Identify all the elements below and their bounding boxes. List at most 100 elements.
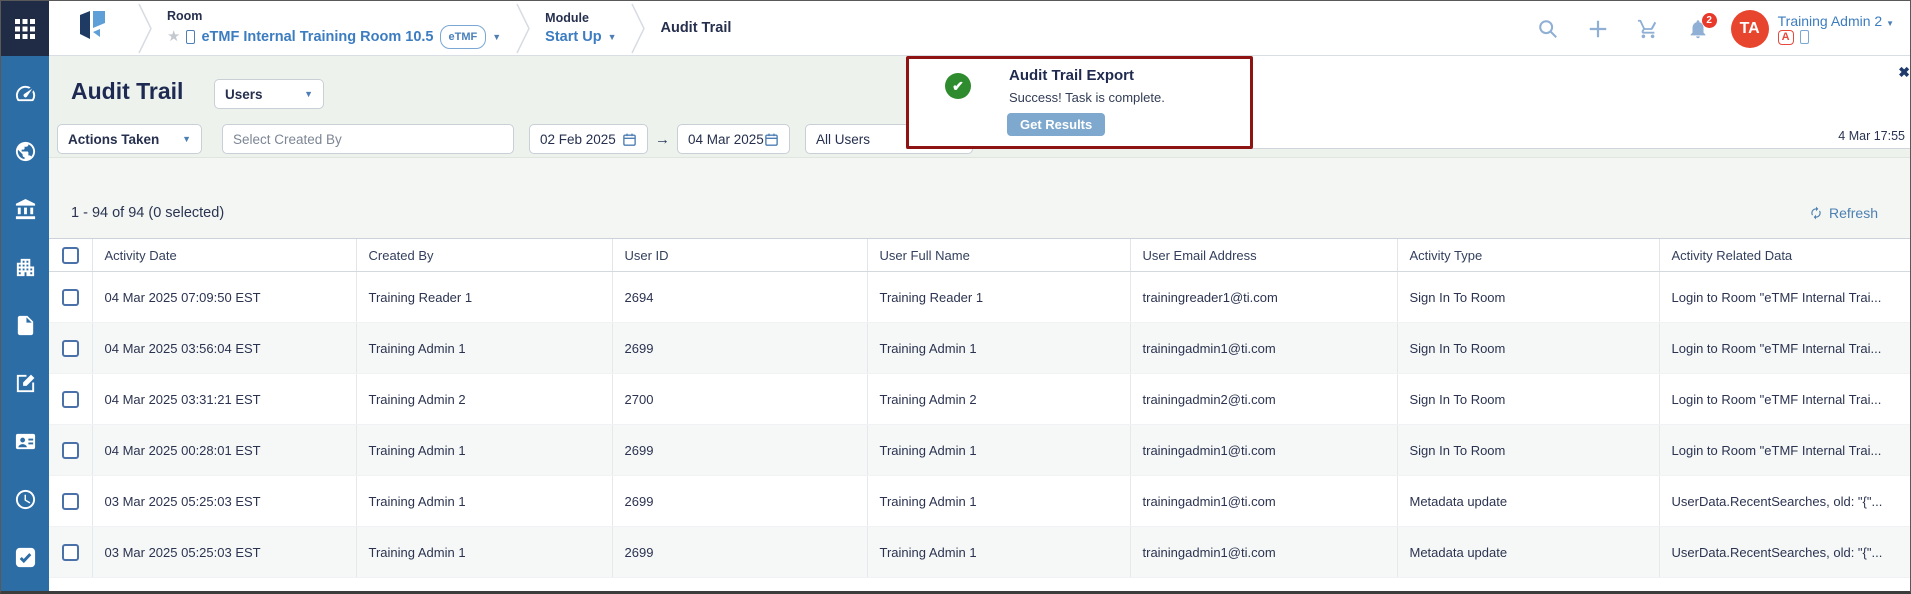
notification-title: Audit Trail Export xyxy=(1009,67,1134,84)
column-header[interactable]: Activity Type xyxy=(1397,239,1659,272)
table-cell: Sign In To Room xyxy=(1397,323,1659,374)
page-title: Audit Trail xyxy=(71,78,183,105)
edit-icon[interactable] xyxy=(14,372,37,395)
table-cell: Login to Room "eTMF Internal Trai... xyxy=(1659,374,1910,425)
breadcrumb-room: Room ★ eTMF Internal Training Room 10.5 … xyxy=(153,1,515,55)
row-checkbox[interactable] xyxy=(62,391,79,408)
row-checkbox[interactable] xyxy=(62,442,79,459)
table-cell: Training Admin 1 xyxy=(867,527,1130,578)
date-to-value: 04 Mar 2025 xyxy=(688,132,764,147)
actions-taken-dropdown[interactable]: Actions Taken ▼ xyxy=(57,124,202,154)
room-name-link[interactable]: eTMF Internal Training Room 10.5 xyxy=(201,27,433,47)
column-header[interactable]: User ID xyxy=(612,239,867,272)
refresh-button[interactable]: Refresh xyxy=(1809,205,1878,221)
select-all-checkbox[interactable] xyxy=(62,247,79,264)
table-cell: Training Admin 1 xyxy=(867,323,1130,374)
favorite-star-icon[interactable]: ★ xyxy=(167,27,180,47)
column-header[interactable]: User Full Name xyxy=(867,239,1130,272)
id-card-icon[interactable] xyxy=(14,430,37,453)
chevron-down-icon[interactable]: ▼ xyxy=(492,27,501,47)
refresh-label: Refresh xyxy=(1829,205,1878,221)
clock-icon[interactable] xyxy=(14,488,37,511)
notifications-bell-icon[interactable]: 2 xyxy=(1687,18,1709,40)
task-check-icon[interactable] xyxy=(14,546,37,569)
cart-icon[interactable] xyxy=(1637,18,1659,40)
refresh-icon xyxy=(1809,206,1823,220)
created-by-input[interactable] xyxy=(233,132,503,147)
sidebar-nav xyxy=(1,56,49,591)
table-cell: 04 Mar 2025 07:09:50 EST xyxy=(92,272,356,323)
audit-type-dropdown[interactable]: Users ▼ xyxy=(214,79,324,109)
grid-icon xyxy=(15,19,35,39)
search-icon[interactable] xyxy=(1537,18,1559,40)
table-cell: Sign In To Room xyxy=(1397,425,1659,476)
add-icon[interactable] xyxy=(1587,18,1609,40)
table-cell: trainingreader1@ti.com xyxy=(1130,272,1397,323)
table-cell: Training Admin 1 xyxy=(356,425,612,476)
close-icon[interactable]: ✖ xyxy=(1898,64,1910,81)
date-from-value: 02 Feb 2025 xyxy=(540,132,616,147)
admin-role-badge: A xyxy=(1778,30,1794,45)
module-name-link[interactable]: Start Up xyxy=(545,27,601,47)
list-toolbar: 1 - 94 of 94 (0 selected) Refresh xyxy=(49,158,1910,238)
app-launcher-button[interactable] xyxy=(1,1,49,56)
chevron-down-icon: ▼ xyxy=(182,134,191,144)
table-cell: Training Admin 1 xyxy=(356,323,612,374)
table-cell: Training Admin 1 xyxy=(356,476,612,527)
get-results-button[interactable]: Get Results xyxy=(1007,113,1105,136)
table-row: 04 Mar 2025 03:31:21 ESTTraining Admin 2… xyxy=(49,374,1910,425)
table-cell: Training Admin 2 xyxy=(867,374,1130,425)
globe-icon[interactable] xyxy=(14,140,37,163)
success-check-icon: ✔ xyxy=(945,73,971,99)
breadcrumb-separator xyxy=(630,1,646,56)
table-cell: 04 Mar 2025 03:56:04 EST xyxy=(92,323,356,374)
table-row: 03 Mar 2025 05:25:03 EST Training Admin 1… xyxy=(49,527,1910,578)
calendar-icon xyxy=(764,132,779,147)
result-range-text: 1 - 94 of 94 (0 selected) xyxy=(71,205,224,221)
breadcrumb-room-label: Room xyxy=(167,8,501,25)
table-row: 04 Mar 2025 07:09:50 ESTTraining Reader … xyxy=(49,272,1910,323)
table-cell: Metadata update xyxy=(1397,527,1659,578)
user-menu: Training Admin 2 ▼ A xyxy=(1778,13,1894,45)
column-header[interactable]: Activity Date xyxy=(92,239,356,272)
table-cell: UserData.RecentSearches, old: "{"... xyxy=(1659,476,1910,527)
table-cell: 03 Mar 2025 05:25:03 EST xyxy=(92,527,356,578)
table-row: 04 Mar 2025 03:56:04 ESTTraining Admin 1… xyxy=(49,323,1910,374)
table-cell: Login to Room "eTMF Internal Trai... xyxy=(1659,272,1910,323)
column-header[interactable]: User Email Address xyxy=(1130,239,1397,272)
row-checkbox[interactable] xyxy=(62,544,79,561)
table-cell: 2699 xyxy=(612,425,867,476)
date-to-field[interactable]: 04 Mar 2025 xyxy=(677,124,790,154)
table-cell: 2699 xyxy=(612,527,867,578)
created-by-field xyxy=(222,124,514,154)
actions-taken-value: Actions Taken xyxy=(68,132,159,147)
table-cell: trainingadmin1@ti.com xyxy=(1130,425,1397,476)
notification-timestamp: 4 Mar 17:55 xyxy=(1838,129,1905,143)
user-name-dropdown[interactable]: Training Admin 2 ▼ xyxy=(1778,13,1894,29)
table-header-row: Activity DateCreated ByUser IDUser Full … xyxy=(49,239,1910,272)
facility-building-icon[interactable] xyxy=(14,256,37,279)
table-cell: Training Admin 2 xyxy=(356,374,612,425)
breadcrumb-module: Module Start Up ▼ xyxy=(531,1,630,55)
row-checkbox[interactable] xyxy=(62,493,79,510)
audit-table: Activity DateCreated ByUser IDUser Full … xyxy=(49,238,1910,578)
chevron-down-icon: ▼ xyxy=(304,89,313,99)
row-checkbox[interactable] xyxy=(62,289,79,306)
audit-export-notification: ✔ Audit Trail Export Success! Task is co… xyxy=(906,56,1253,149)
date-from-field[interactable]: 02 Feb 2025 xyxy=(529,124,648,154)
brand-logo[interactable] xyxy=(49,1,137,55)
row-checkbox[interactable] xyxy=(62,340,79,357)
table-cell: UserData.RecentSearches, old: "{"... xyxy=(1659,527,1910,578)
breadcrumb-module-label: Module xyxy=(545,10,616,27)
document-icon[interactable] xyxy=(14,314,37,337)
table-row: 04 Mar 2025 00:28:01 ESTTraining Admin 1… xyxy=(49,425,1910,476)
breadcrumb-current-page: Audit Trail xyxy=(646,1,745,55)
bank-icon[interactable] xyxy=(14,198,37,221)
mobile-device-icon xyxy=(1800,30,1809,44)
column-header[interactable]: Activity Related Data xyxy=(1659,239,1910,272)
table-cell: trainingadmin2@ti.com xyxy=(1130,374,1397,425)
chevron-down-icon[interactable]: ▼ xyxy=(608,27,617,47)
column-header[interactable]: Created By xyxy=(356,239,612,272)
user-avatar[interactable]: TA xyxy=(1731,10,1769,48)
dashboard-gauge-icon[interactable] xyxy=(14,82,37,105)
